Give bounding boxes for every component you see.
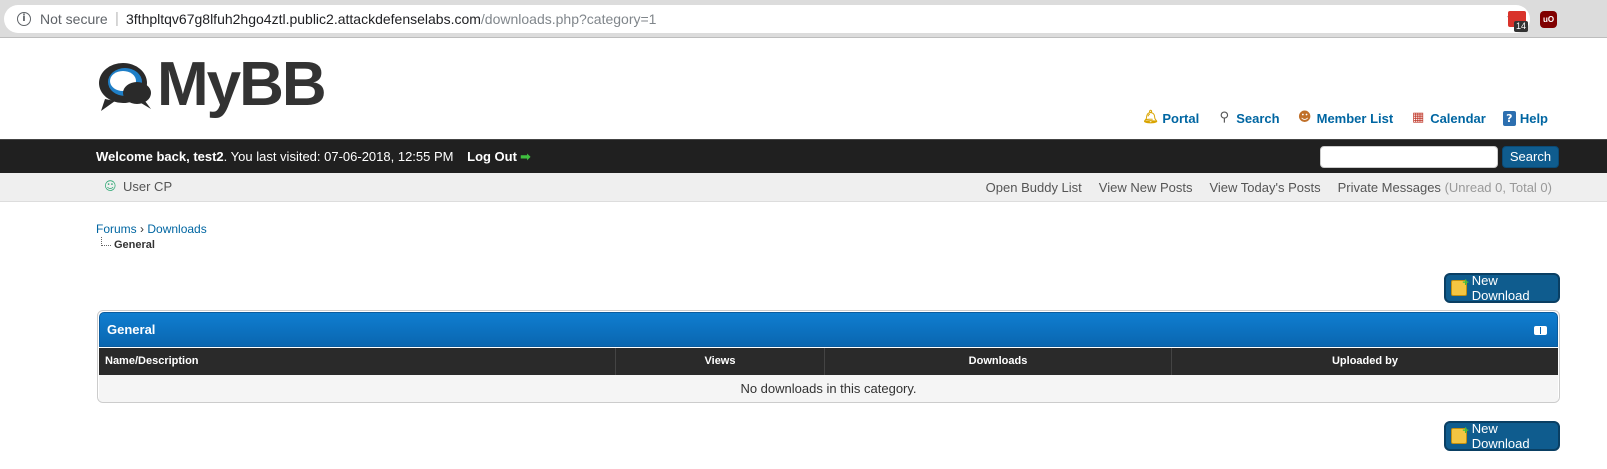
welcome-bar: Welcome back, test2. You last visited: 0… — [0, 139, 1607, 173]
new-download-button-top[interactable]: New Download — [1444, 273, 1560, 303]
tree-branch-icon — [101, 237, 111, 246]
ublock-icon[interactable]: uO — [1540, 11, 1557, 28]
breadcrumb: Forums › Downloads — [96, 222, 207, 236]
search-input[interactable] — [1320, 146, 1498, 168]
member-list-link[interactable]: ☻ Member List — [1297, 110, 1394, 126]
breadcrumb-active-label: General — [114, 239, 155, 251]
logout-link[interactable]: Log Out ➡ — [467, 149, 531, 165]
help-label: Help — [1519, 110, 1548, 126]
search-link[interactable]: ⚲ Search — [1216, 110, 1279, 126]
user-panel-bar: ☺ User CP Open Buddy List View New Posts … — [0, 173, 1607, 202]
welcome-text: Welcome back, test2. You last visited: 0… — [96, 149, 531, 165]
user-panel-links: Open Buddy List View New Posts View Toda… — [969, 180, 1552, 195]
address-bar[interactable]: i Not secure | 3fthpltqv67g8lfuh2hgo4ztl… — [4, 5, 1530, 33]
table-columns: Name/Description Views Downloads Uploade… — [99, 348, 1558, 375]
calendar-label: Calendar — [1430, 110, 1486, 126]
downloads-table: General Name/Description Views Downloads… — [97, 310, 1560, 403]
breadcrumb-active: General — [101, 237, 155, 251]
header-links: 🔔︎ Portal ⚲ Search ☻ Member List ▦ Calendar … — [1125, 110, 1548, 126]
new-download-button-bottom[interactable]: New Download — [1444, 421, 1560, 451]
members-icon: ☻ — [1297, 110, 1312, 125]
search-icon: ⚲ — [1219, 110, 1229, 125]
logout-arrow-icon: ➡ — [519, 150, 531, 165]
url-host: 3fthpltqv67g8lfuh2hgo4ztl.public2.attack… — [126, 11, 481, 27]
private-messages-link[interactable]: Private Messages (Unread 0, Total 0) — [1338, 180, 1552, 195]
table-title: General — [107, 322, 156, 337]
search-label: Search — [1236, 110, 1280, 126]
info-icon[interactable]: i — [17, 12, 31, 26]
pm-label: Private Messages — [1337, 180, 1441, 195]
user-cp-link[interactable]: ☺ User CP — [104, 179, 172, 194]
package-add-icon — [1451, 425, 1469, 444]
empty-message: No downloads in this category. — [99, 375, 1558, 402]
buddy-list-link[interactable]: Open Buddy List — [986, 180, 1082, 195]
help-icon: ? — [1502, 110, 1516, 126]
help-link[interactable]: ? Help — [1502, 110, 1548, 126]
user-cp-label: User CP — [123, 179, 173, 194]
browser-toolbar: i Not secure | 3fthpltqv67g8lfuh2hgo4ztl… — [0, 0, 1607, 38]
new-download-label: New Download — [1471, 273, 1530, 303]
breadcrumb-forums[interactable]: Forums — [96, 222, 137, 236]
breadcrumb-separator: › — [140, 222, 145, 236]
breadcrumb-downloads[interactable]: Downloads — [147, 222, 206, 236]
column-name-description: Name/Description — [99, 348, 616, 375]
package-add-icon — [1451, 277, 1469, 296]
table-header: General — [99, 312, 1558, 347]
portal-link[interactable]: 🔔︎ Portal — [1142, 110, 1199, 126]
new-download-label: New Download — [1471, 421, 1530, 451]
bell-icon: 🔔︎ — [1142, 110, 1159, 125]
member-list-label: Member List — [1316, 110, 1394, 126]
url-text[interactable]: 3fthpltqv67g8lfuh2hgo4ztl.public2.attack… — [126, 11, 656, 27]
column-downloads: Downloads — [825, 348, 1172, 375]
calendar-icon: ▦ — [1412, 110, 1425, 125]
collapse-icon[interactable] — [1534, 326, 1547, 335]
extension-badge: 14 — [1514, 21, 1529, 32]
last-visit-text: . You last visited: 07-06-2018, 12:55 PM — [223, 149, 454, 164]
column-views: Views — [616, 348, 825, 375]
column-uploaded-by: Uploaded by — [1331, 355, 1398, 367]
url-path: /downloads.php?category=1 — [480, 11, 657, 27]
logout-label: Log Out — [467, 149, 517, 164]
user-icon: ☺ — [104, 179, 117, 193]
pm-counts: (Unread 0, Total 0) — [1444, 180, 1552, 195]
logo-text: MyBB — [157, 50, 327, 119]
url-separator: | — [115, 10, 119, 27]
new-posts-link[interactable]: View New Posts — [1099, 180, 1193, 195]
logo-bubble-icon — [99, 63, 151, 111]
security-label: Not secure — [40, 11, 108, 27]
welcome-prefix: Welcome back, — [96, 149, 194, 164]
username-link[interactable]: test2 — [193, 149, 223, 164]
todays-posts-link[interactable]: View Today's Posts — [1209, 180, 1320, 195]
calendar-link[interactable]: ▦ Calendar — [1410, 110, 1486, 126]
portal-label: Portal — [1162, 110, 1200, 126]
search-button[interactable]: Search — [1502, 146, 1559, 168]
